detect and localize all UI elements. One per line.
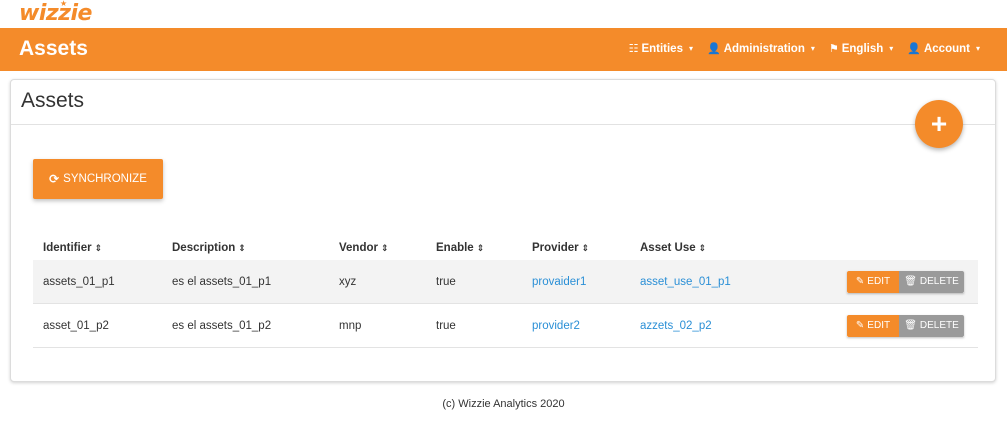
footer-copyright: (c) Wizzie Analytics 2020	[442, 398, 565, 410]
provider-link[interactable]: provaider1	[532, 276, 586, 288]
sort-icon: ⇕	[698, 243, 707, 253]
assets-table: Identifier ⇕ Description ⇕ Vendor ⇕ Enable ⇕…	[33, 228, 978, 348]
chevron-down-icon: ▾	[688, 44, 693, 53]
nav-menu: ☷ Entities ▾ 👤 Administration ▾ ⚑ Englis…	[628, 42, 980, 56]
delete-label: DELETE	[919, 320, 959, 331]
chevron-down-icon: ▾	[810, 44, 815, 53]
top-navbar: Assets ☷ Entities ▾ 👤 Administration ▾ ⚑…	[0, 28, 1007, 71]
sort-icon: ⇕	[238, 243, 246, 253]
chevron-down-icon: ▾	[975, 44, 980, 53]
list-icon: ☷	[628, 43, 639, 55]
asset-use-link[interactable]: azzets_02_p2	[640, 320, 712, 332]
chevron-down-icon: ▾	[889, 44, 894, 53]
brand-bar: wizzie ★	[0, 0, 1007, 28]
sort-icon: ⇕	[94, 243, 103, 253]
sort-icon: ⇕	[581, 243, 590, 253]
column-header-description[interactable]: Description ⇕	[172, 242, 246, 254]
add-asset-button[interactable]: +	[915, 100, 963, 148]
delete-button[interactable]: 🗑 DELETE	[899, 314, 964, 337]
sort-icon: ⇕	[380, 243, 389, 253]
cell-enable: true	[436, 275, 456, 288]
column-header-identifier[interactable]: Identifier ⇕	[43, 242, 102, 254]
nav-administration-dropdown[interactable]: 👤 Administration ▾	[707, 42, 815, 56]
cell-description: es el assets_01_p2	[172, 319, 272, 332]
row-actions: ✎ EDIT 🗑 DELETE	[847, 270, 964, 293]
column-header-asset-use[interactable]: Asset Use ⇕	[640, 242, 706, 254]
nav-account-label: Account	[923, 42, 970, 55]
pencil-icon: ✎	[855, 276, 865, 287]
trash-icon: 🗑	[904, 276, 917, 287]
edit-label: EDIT	[867, 320, 891, 331]
nav-entities-label: Entities	[641, 42, 683, 55]
user-icon: 👤	[907, 43, 921, 55]
edit-button[interactable]: ✎ EDIT	[847, 270, 899, 293]
edit-label: EDIT	[867, 276, 891, 287]
table-header-row: Identifier ⇕ Description ⇕ Vendor ⇕ Enable ⇕…	[33, 228, 978, 260]
nav-administration-label: Administration	[723, 42, 805, 55]
edit-button[interactable]: ✎ EDIT	[847, 314, 899, 337]
assets-panel: Assets + ⟳ SYNCHRONIZE Identifier ⇕ Descr…	[10, 79, 996, 382]
nav-language-label: English	[841, 42, 884, 55]
cell-vendor: xyz	[339, 275, 357, 288]
trash-icon: 🗑	[904, 320, 917, 331]
asset-use-link[interactable]: asset_use_01_p1	[640, 276, 731, 288]
cell-description: es el assets_01_p1	[172, 275, 272, 288]
pencil-icon: ✎	[855, 320, 865, 331]
delete-label: DELETE	[919, 276, 959, 287]
panel-header: Assets	[11, 80, 995, 125]
sync-icon: ⟳	[49, 172, 60, 186]
table-row: assets_01_p1 es el assets_01_p1 xyz true…	[33, 260, 978, 304]
sort-icon: ⇕	[476, 243, 485, 253]
provider-link[interactable]: provider2	[532, 320, 580, 332]
nav-entities-dropdown[interactable]: ☷ Entities ▾	[628, 42, 693, 56]
synchronize-label: SYNCHRONIZE	[63, 173, 147, 185]
user-plus-icon: 👤	[707, 43, 721, 55]
column-header-vendor[interactable]: Vendor ⇕	[339, 242, 389, 254]
wizzie-logo[interactable]: wizzie	[19, 3, 92, 25]
table-row: asset_01_p2 es el assets_01_p2 mnp true …	[33, 304, 978, 348]
logo-star-icon: ★	[60, 0, 68, 8]
cell-identifier: asset_01_p2	[43, 319, 109, 332]
flag-icon: ⚑	[828, 43, 839, 55]
panel-title: Assets	[21, 89, 85, 112]
row-actions: ✎ EDIT 🗑 DELETE	[847, 314, 964, 337]
nav-language-dropdown[interactable]: ⚑ English ▾	[828, 42, 894, 56]
page-title: Assets	[19, 37, 88, 60]
column-header-enable[interactable]: Enable ⇕	[436, 242, 484, 254]
cell-enable: true	[436, 319, 456, 332]
cell-identifier: assets_01_p1	[43, 275, 115, 288]
delete-button[interactable]: 🗑 DELETE	[899, 270, 964, 293]
nav-account-dropdown[interactable]: 👤 Account ▾	[907, 42, 980, 56]
column-header-provider[interactable]: Provider ⇕	[532, 242, 589, 254]
synchronize-button[interactable]: ⟳ SYNCHRONIZE	[33, 159, 163, 199]
cell-vendor: mnp	[339, 319, 362, 332]
